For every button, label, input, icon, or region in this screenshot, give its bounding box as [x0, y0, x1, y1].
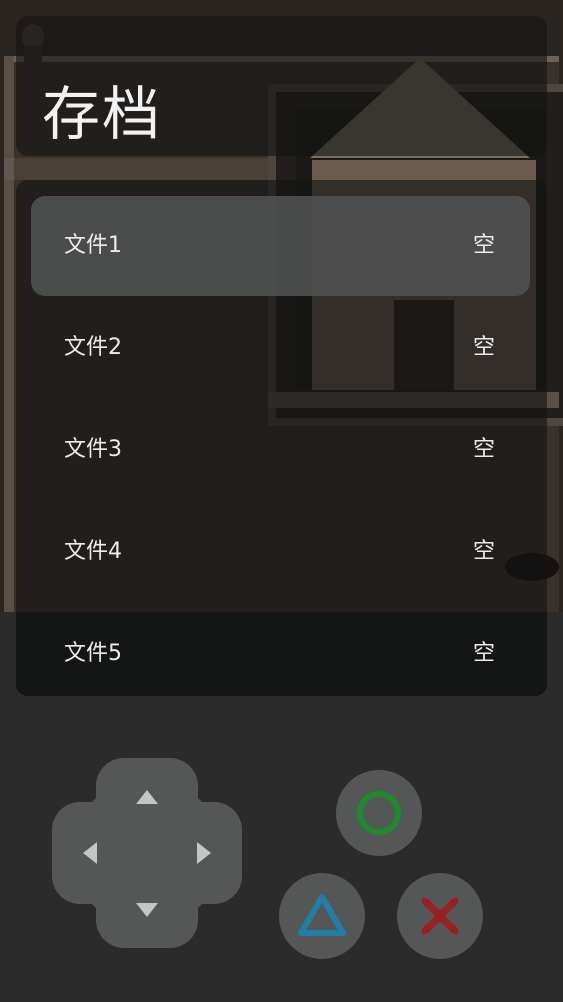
- save-file-list: 文件1 空 文件2 空 文件3 空 文件4 空 文件5 空: [16, 180, 547, 696]
- save-slot-name: 文件3: [64, 437, 122, 462]
- save-slot-5[interactable]: 文件5 空: [31, 604, 530, 704]
- save-slot-3[interactable]: 文件3 空: [31, 400, 530, 500]
- arrow-up-icon[interactable]: [136, 790, 158, 804]
- title-panel: 存档: [16, 16, 547, 156]
- save-slot-2[interactable]: 文件2 空: [31, 298, 530, 398]
- save-slot-name: 文件5: [64, 641, 122, 666]
- triangle-icon: [298, 894, 346, 936]
- arrow-down-icon[interactable]: [136, 903, 158, 917]
- save-slot-status: 空: [472, 233, 495, 258]
- circle-icon: [357, 791, 401, 835]
- save-slot-status: 空: [472, 335, 495, 360]
- save-slot-status: 空: [472, 539, 495, 564]
- save-slot-name: 文件4: [64, 539, 122, 564]
- triangle-button[interactable]: [279, 873, 365, 959]
- arrow-right-icon[interactable]: [197, 842, 211, 864]
- cross-button[interactable]: [397, 873, 483, 959]
- save-slot-status: 空: [472, 437, 495, 462]
- save-slot-status: 空: [472, 641, 495, 666]
- dpad[interactable]: [52, 758, 242, 948]
- arrow-left-icon[interactable]: [83, 842, 97, 864]
- cross-icon: [421, 897, 459, 935]
- save-slot-1[interactable]: 文件1 空: [31, 196, 530, 296]
- save-slot-4[interactable]: 文件4 空: [31, 502, 530, 602]
- page-title: 存档: [42, 80, 163, 148]
- save-slot-name: 文件2: [64, 335, 122, 360]
- save-slot-name: 文件1: [64, 233, 122, 258]
- circle-button[interactable]: [336, 770, 422, 856]
- scene-wall: [4, 56, 14, 612]
